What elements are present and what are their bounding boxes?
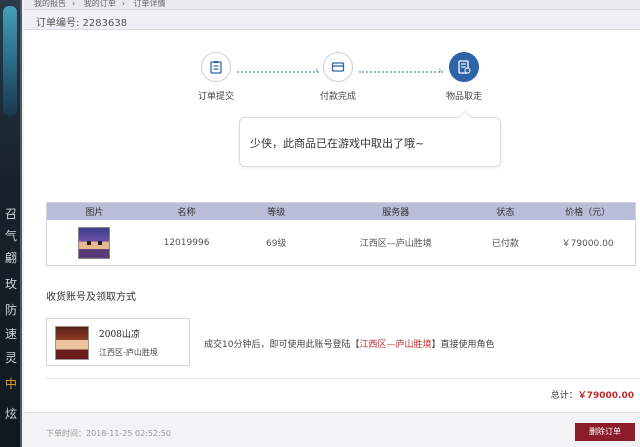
sidebar-char: 翩 [4,251,17,265]
sidebar-char: 防 [4,303,17,317]
document-check-icon [449,52,479,82]
table-row: 12019996 69级 江西区—庐山胜境 已付款 ￥79000.00 [47,220,635,265]
step-label: 物品取走 [445,92,482,102]
column-header: 图片 [85,208,104,218]
note-highlight: 江西区—庐山胜境 [359,340,432,350]
column-header: 等级 [267,208,286,218]
step-taken: 物品取走 [434,52,494,102]
avatar [55,326,89,360]
order-detail-panel: 我的报告 › 我的订单 › 订单详情 订单编号: 2283638 订单提交 › 付款… [24,0,640,447]
step-label: 订单提交 [197,92,234,102]
section-title: 收货账号及领取方式 [46,292,136,303]
sidebar-char: 召 [4,207,17,221]
column-header: 服务器 [382,208,410,218]
sidebar-char: 灵 [4,351,17,365]
delete-order-button[interactable]: 删除订单 [575,423,635,441]
note-suffix: 】直接使用角色 [431,340,495,350]
sidebar-char: 玫 [4,277,17,291]
breadcrumb-item[interactable]: 我的报告 [34,0,66,8]
progress-steps: 订单提交 › 付款完成 › 物品取走 [24,52,640,112]
step-connector [237,71,319,73]
item-level: 69级 [265,239,287,249]
column-header: 状态 [496,208,515,218]
step-paid: 付款完成 [308,52,368,102]
order-items-table: 图片 名称 等级 服务器 状态 价格（元） 12019996 69级 江西区—庐… [46,202,636,266]
breadcrumb-item[interactable]: 我的订单 [84,0,116,8]
table-header: 图片 名称 等级 服务器 状态 价格（元） [47,203,635,220]
item-name: 12019996 [163,237,210,248]
divider [46,378,640,379]
card-icon [323,52,353,82]
total-label: 总计： [550,391,578,401]
clipboard-icon [201,52,231,82]
account-card: 2008山凉 江西区-庐山胜境 [46,318,190,366]
item-server: 江西区—庐山胜境 [359,239,432,249]
account-server: 江西区-庐山胜境 [99,348,158,357]
note-prefix: 成交10分钟后，即可使用此账号登陆【 [204,340,360,350]
game-sidebar: 召 气 翩 玫 防 速 灵 中 炫 [0,0,22,447]
step-submitted: 订单提交 [186,52,246,102]
account-name: 2008山凉 [99,330,140,340]
column-header: 名称 [177,208,196,218]
order-number: 订单编号: 2283638 [24,10,640,30]
order-footer: 下单时间：2018-11-25 02:52:50 删除订单 [24,412,640,447]
sidebar-char: 中 [4,377,17,391]
sidebar-char: 速 [4,327,17,341]
item-image-cell [47,226,142,259]
item-status: 已付款 [491,239,519,249]
step-label: 付款完成 [319,92,356,102]
item-price: ￥79000.00 [561,239,614,249]
breadcrumb: 我的报告 › 我的订单 › 订单详情 [24,0,640,10]
sidebar-char: 炫 [4,407,17,421]
breadcrumb-item: 订单详情 [133,0,166,8]
order-total: 总计：￥79000.00 [551,388,634,401]
total-amount: ￥79000.00 [577,391,634,401]
character-thumbnail[interactable] [78,226,111,259]
sidebar-glow [3,6,17,116]
delivery-note: 成交10分钟后，即可使用此账号登陆【江西区—庐山胜境】直接使用角色 [204,337,494,350]
sidebar-char: 气 [4,229,17,243]
pickup-tooltip: 少侠，此商品已在游戏中取出了哦~ [239,111,501,167]
order-time: 下单时间：2018-11-25 02:52:50 [46,429,171,438]
column-header: 价格（元） [565,208,611,218]
step-connector [359,71,443,73]
